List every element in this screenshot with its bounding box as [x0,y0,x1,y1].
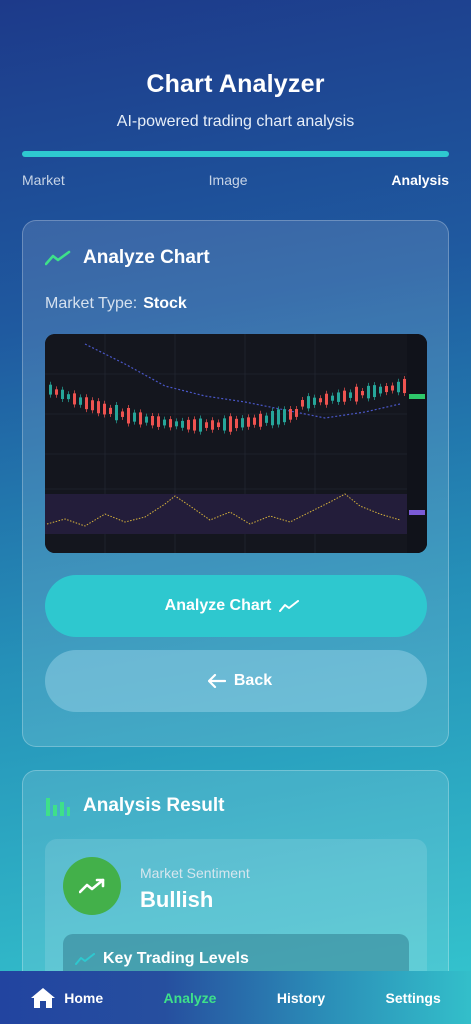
candle-body [361,390,364,396]
candle-body [403,378,406,394]
key-levels-title: Key Trading Levels [75,950,249,968]
candle-body [349,392,352,398]
candle-body [307,396,310,409]
bar-chart-icon [45,797,73,816]
candle-body [337,392,340,402]
analyze-card: Analyze Chart Market Type: Stock Analyze … [22,220,449,747]
nav-analyze[interactable]: Analyze [164,990,217,1006]
nav-history[interactable]: History [277,990,325,1006]
candle-body [193,419,196,431]
step-analysis[interactable]: Analysis [391,172,449,188]
candle-body [289,409,292,420]
candle-body [325,393,328,405]
candle-body [391,385,394,391]
candle-body [49,384,52,395]
nav-settings[interactable]: Settings [386,990,441,1006]
candle-body [79,397,82,405]
chart-image [45,334,427,553]
back-button[interactable]: Back [45,650,427,712]
candle-body [163,419,166,426]
app-subtitle: AI-powered trading chart analysis [116,113,355,130]
candle-body [187,419,190,430]
candle-body [223,418,226,431]
candle-body [265,415,268,423]
candle-body [91,400,94,411]
sentiment-label: Market Sentiment [140,865,250,881]
candle-body [199,418,202,432]
trending-up-icon [279,600,300,612]
candle-body [301,399,304,407]
candle-body [73,393,76,405]
candle-body [355,386,358,402]
analyze-chart-button[interactable]: Analyze Chart [45,575,427,637]
candle-body [109,407,112,414]
trending-up-icon [45,249,73,267]
candle-body [133,412,136,422]
header: Chart Analyzer AI-powered trading chart … [0,0,471,131]
candle-body [253,417,256,425]
nav-home[interactable]: Home [30,987,103,1009]
home-icon [30,987,56,1009]
candle-body [145,416,148,423]
candle-body [121,411,124,417]
candle-body [241,418,244,428]
candle-body [85,397,88,410]
candle-body [235,418,238,429]
candle-body [157,416,160,427]
candle-body [67,394,70,400]
candle-body [247,417,250,427]
candle-body [169,419,172,428]
app-title: Chart Analyzer [146,70,325,98]
sentiment-value: Bullish [140,887,214,912]
arrow-left-icon [207,674,226,688]
candle-body [127,407,130,424]
candle-body [103,403,106,415]
market-type-value: Stock [143,295,187,312]
progress-bar [22,151,449,157]
candle-body [175,421,178,427]
candle-body [55,389,58,395]
candle-body [229,416,232,432]
step-market[interactable]: Market [22,172,65,188]
candle-body [295,409,298,417]
candle-body [217,422,220,428]
candle-body [115,404,118,421]
candle-body [373,385,376,398]
trending-up-icon [75,953,95,965]
candle-body [313,397,316,405]
step-indicator: Market Image Analysis [22,172,449,188]
analyze-card-title: Analyze Chart [45,247,210,269]
candle-body [283,409,286,423]
candle-body [271,410,274,426]
step-image[interactable]: Image [209,172,248,188]
candle-body [61,389,64,400]
candle-body [379,386,382,394]
candle-body [397,381,400,393]
candle-body [211,420,214,430]
candle-body [319,398,322,403]
candle-body [331,395,334,401]
candle-body [385,386,388,393]
market-type: Market Type: Stock [45,295,187,313]
candle-body [151,416,154,426]
candle-body [343,390,346,402]
candle-body [367,385,370,399]
bottom-nav: Home Analyze History Settings [0,971,471,1024]
candle-body [181,420,184,428]
sentiment-icon [63,857,121,915]
candle-body [97,401,100,414]
result-card-title: Analysis Result [45,795,225,817]
candle-body [139,412,142,425]
candle-body [277,409,280,425]
result-card: Analysis Result Market Sentiment Bullish… [22,770,449,1014]
candle-body [205,422,208,428]
market-type-label: Market Type: [45,295,138,312]
candle-body [259,413,262,427]
